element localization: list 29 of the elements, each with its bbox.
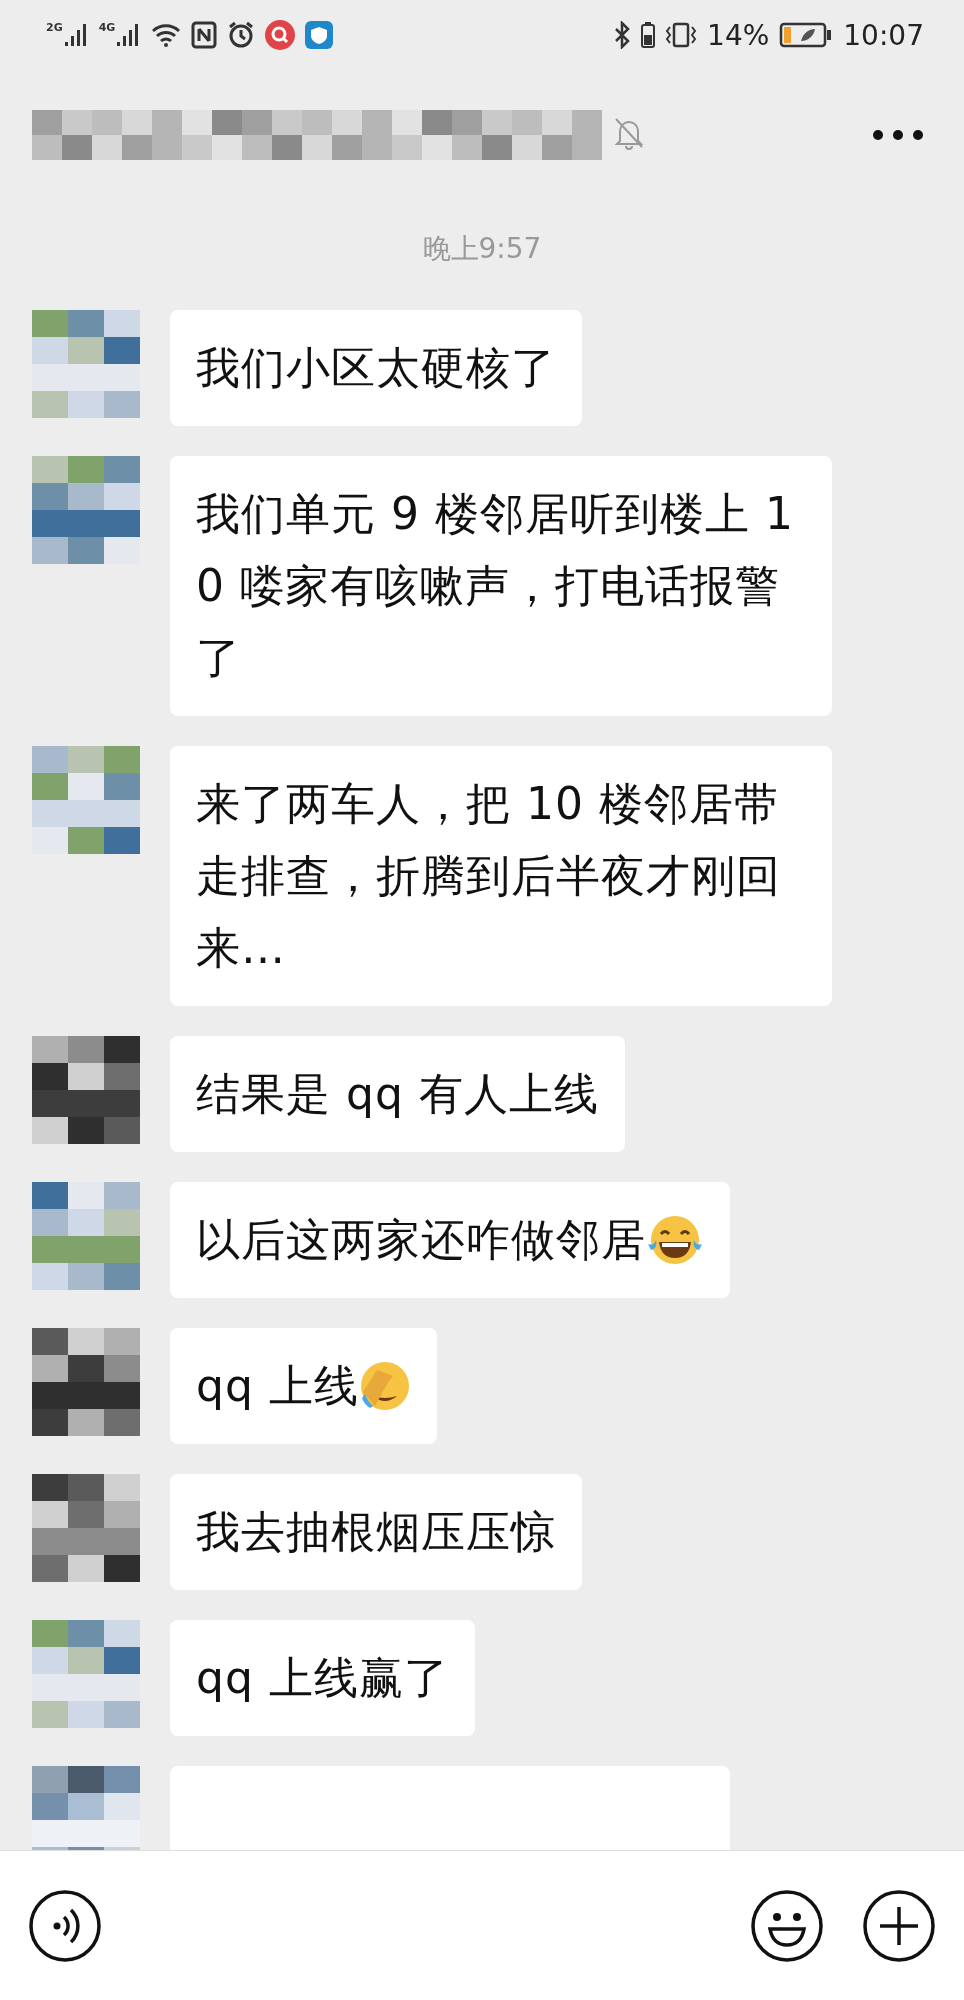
voice-icon[interactable] bbox=[28, 1888, 102, 1963]
shield-app-icon bbox=[305, 21, 334, 49]
battery-icon bbox=[779, 22, 834, 48]
bluetooth-icon bbox=[613, 21, 632, 49]
alarm-icon bbox=[227, 21, 256, 49]
nfc-icon bbox=[191, 21, 218, 49]
more-icon[interactable] bbox=[872, 129, 924, 141]
signal-icon bbox=[62, 22, 89, 48]
clock-time: 10:07 bbox=[843, 18, 924, 52]
message-text: 来了两车人，把 10 楼邻居带走排查，折腾到后半夜才刚回来… bbox=[196, 777, 782, 975]
message-timestamp: 晚上9:57 bbox=[422, 231, 542, 267]
message-text: 结果是 qq 有人上线 bbox=[196, 1067, 599, 1121]
wifi-icon bbox=[151, 22, 182, 48]
message-text: 我去抽根烟压压惊 bbox=[196, 1505, 556, 1559]
message-text: 我们小区太硬核了 bbox=[196, 341, 556, 395]
laughing-tears-emoji-icon bbox=[646, 1214, 704, 1266]
message-text: 以后这两家还咋做邻居 bbox=[196, 1213, 646, 1267]
message-text: 我们单元 9 楼邻居听到楼上 10 喽家有咳嗽声，打电话报警了 bbox=[196, 487, 795, 685]
message-text: qq 上线 bbox=[196, 1359, 359, 1413]
message-text: qq 上线赢了 bbox=[196, 1651, 449, 1705]
network-label: 4G bbox=[98, 22, 116, 33]
emoji-icon[interactable] bbox=[750, 1888, 824, 1963]
search-app-icon bbox=[265, 20, 296, 50]
battery-percent: 14% bbox=[707, 18, 770, 52]
facepalm-emoji-icon bbox=[358, 1360, 411, 1412]
vibrate-icon bbox=[665, 21, 698, 49]
add-icon[interactable] bbox=[862, 1888, 936, 1963]
battery-icon bbox=[641, 21, 656, 49]
network-label: 2G bbox=[46, 22, 63, 33]
